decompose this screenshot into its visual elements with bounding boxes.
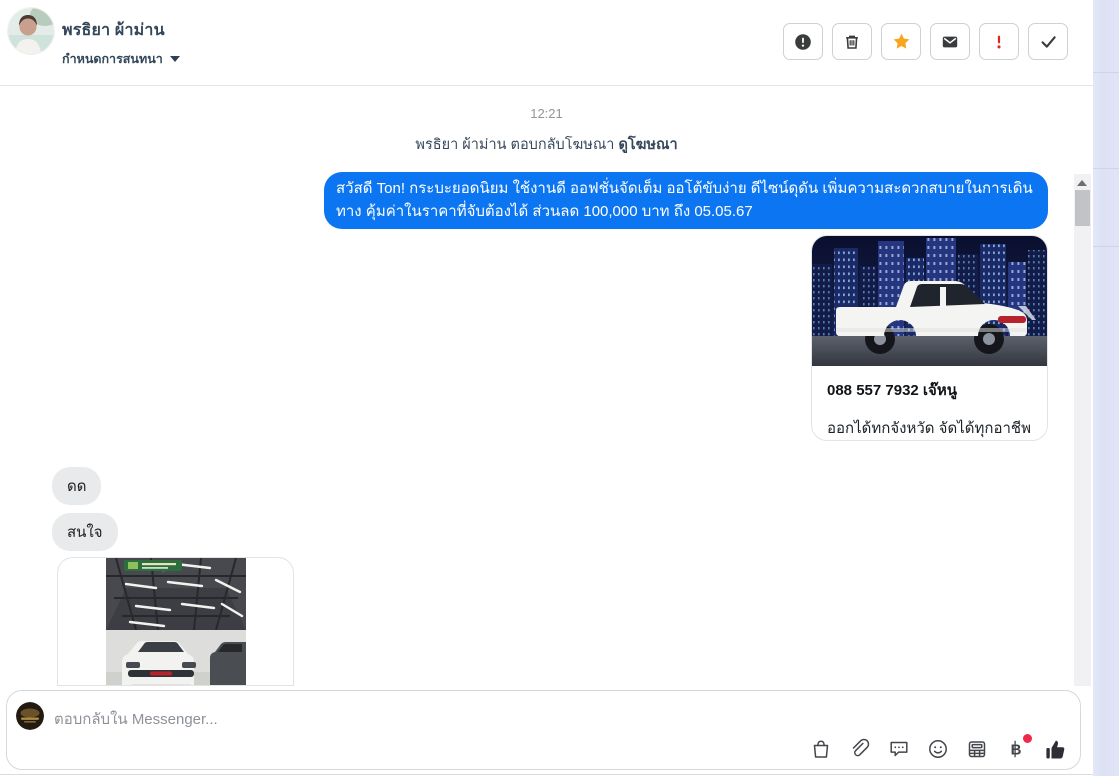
incoming-message-bubble: ดด bbox=[52, 466, 102, 505]
reply-composer[interactable]: ตอบกลับใน Messenger... B bbox=[6, 690, 1081, 770]
attachment-icon[interactable] bbox=[848, 737, 872, 761]
outgoing-message-bubble: สวัสดี Ton! กระบะยอดนิยม ใช้งานดี ออฟชั่… bbox=[324, 172, 1048, 229]
report-button[interactable] bbox=[783, 23, 823, 60]
conversation-actions bbox=[783, 23, 1068, 60]
incoming-photo-message[interactable] bbox=[57, 556, 294, 686]
shopping-bag-icon[interactable] bbox=[809, 737, 833, 761]
scrollbar-thumb[interactable] bbox=[1075, 190, 1090, 226]
incoming-message-bubble: สนใจ bbox=[52, 512, 118, 551]
delete-button[interactable] bbox=[832, 23, 872, 60]
chevron-down-icon bbox=[169, 56, 180, 62]
showroom-photo bbox=[105, 557, 246, 685]
saved-reply-icon[interactable] bbox=[887, 737, 911, 761]
ad-card-subtitle: ออกได้ทกจังหวัด จัดได้ทุกอาชีพ bbox=[827, 419, 1031, 437]
like-icon[interactable] bbox=[1043, 737, 1067, 761]
composer-toolbar: B bbox=[809, 734, 1067, 761]
notification-badge bbox=[1023, 734, 1032, 743]
ad-card-body: 088 557 7932 เจ๊หนู ออกได้ทกจังหวัด จัดไ… bbox=[812, 366, 1047, 440]
contact-name: พรธิยา ผ้าม่าน bbox=[62, 22, 165, 39]
conversation-header: พรธิยา ผ้าม่าน กำหนดการสนทนา bbox=[0, 0, 1093, 86]
ad-card[interactable]: 088 557 7932 เจ๊หนู ออกได้ทกจังหวัด จัดไ… bbox=[811, 234, 1048, 441]
view-ad-link[interactable]: ดูโฆษณา bbox=[618, 137, 677, 153]
trash-icon bbox=[846, 35, 858, 49]
ad-card-title: 088 557 7932 เจ๊หนู bbox=[827, 381, 957, 399]
star-button[interactable] bbox=[881, 23, 921, 60]
invoice-icon[interactable] bbox=[965, 737, 989, 761]
mark-done-button[interactable] bbox=[1028, 23, 1068, 60]
ad-reply-text: พรธิยา ผ้าม่าน ตอบกลับโฆษณา bbox=[415, 137, 619, 153]
flag-important-icon bbox=[997, 35, 1001, 48]
star-icon bbox=[893, 33, 909, 49]
flag-important-button[interactable] bbox=[979, 23, 1019, 60]
svg-text:B: B bbox=[1011, 742, 1022, 759]
message-timestamp: 12:21 bbox=[530, 106, 563, 121]
chat-scrollbar[interactable] bbox=[1074, 174, 1091, 686]
message-thread: 12:21 พรธิยา ผ้าม่าน ตอบกลับโฆษณา ดูโฆษณ… bbox=[0, 86, 1093, 686]
page-avatar bbox=[16, 702, 44, 730]
contact-avatar bbox=[8, 8, 54, 54]
schedule-conversation-dropdown[interactable]: กำหนดการสนทนา bbox=[62, 49, 180, 69]
page-bottom-divider bbox=[0, 774, 1093, 775]
payment-baht-icon[interactable]: B bbox=[1004, 734, 1032, 761]
inbox-conversation-pane: พรธิยา ผ้าม่าน กำหนดการสนทนา 12:21 พรธิย… bbox=[0, 0, 1093, 776]
mark-unread-button[interactable] bbox=[930, 23, 970, 60]
schedule-conversation-label: กำหนดการสนทนา bbox=[62, 52, 163, 66]
mark-done-icon bbox=[1041, 36, 1056, 48]
mark-unread-icon bbox=[942, 36, 958, 47]
right-edge-panel bbox=[1093, 0, 1119, 776]
page-avatar-image bbox=[16, 702, 44, 730]
reply-input[interactable]: ตอบกลับใน Messenger... bbox=[54, 707, 1060, 731]
scrollbar-up-arrow[interactable] bbox=[1077, 180, 1087, 186]
contact-avatar-image bbox=[8, 8, 54, 54]
contact-identity: พรธิยา ผ้าม่าน กำหนดการสนทนา bbox=[62, 18, 180, 69]
ad-card-truck-image bbox=[812, 235, 1047, 366]
ad-reply-context: พรธิยา ผ้าม่าน ตอบกลับโฆษณา ดูโฆษณา bbox=[0, 133, 1093, 156]
emoji-icon[interactable] bbox=[926, 737, 950, 761]
report-icon bbox=[795, 33, 811, 50]
